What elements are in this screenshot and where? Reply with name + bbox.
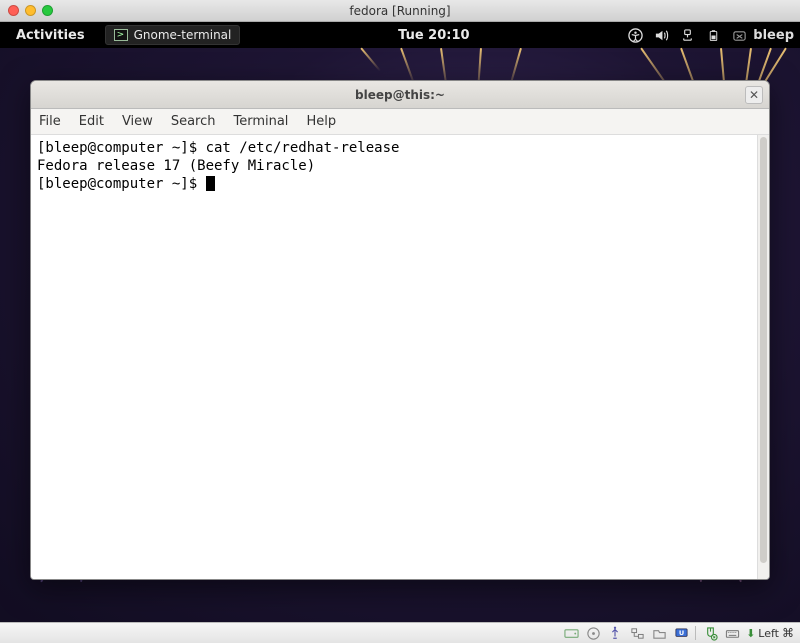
menu-search[interactable]: Search xyxy=(171,114,216,129)
accessibility-icon[interactable] xyxy=(627,27,643,43)
terminal-icon xyxy=(114,29,128,41)
terminal-scrollbar[interactable] xyxy=(757,135,769,579)
mac-zoom-button[interactable] xyxy=(42,5,53,16)
vb-harddisk-icon[interactable] xyxy=(563,625,579,641)
terminal-output[interactable]: [bleep@computer ~]$ cat /etc/redhat-rele… xyxy=(31,135,757,579)
close-icon: ✕ xyxy=(749,88,759,102)
mac-window-title: fedora [Running] xyxy=(0,4,800,18)
vb-hostkey-indicator[interactable]: ⬇ Left ⌘ xyxy=(746,626,794,640)
user-unavailable-icon xyxy=(731,27,747,43)
terminal-cursor xyxy=(206,176,215,191)
terminal-window: bleep@this:~ ✕ File Edit View Search Ter… xyxy=(30,80,770,580)
hostkey-label: Left xyxy=(758,627,779,640)
prompt-1: [bleep@computer ~]$ xyxy=(37,140,206,156)
volume-icon[interactable] xyxy=(653,27,669,43)
terminal-scroll-thumb[interactable] xyxy=(760,137,767,563)
vb-optical-icon[interactable] xyxy=(585,625,601,641)
vm-viewport: Activities Gnome-terminal Tue 20:10 xyxy=(0,22,800,622)
command-1: cat /etc/redhat-release xyxy=(206,140,400,156)
terminal-titlebar[interactable]: bleep@this:~ ✕ xyxy=(31,81,769,109)
username-label: bleep xyxy=(753,28,794,43)
vb-mouse-integration-icon[interactable] xyxy=(702,625,718,641)
vb-shared-folders-icon[interactable] xyxy=(651,625,667,641)
menu-view[interactable]: View xyxy=(122,114,153,129)
battery-icon[interactable] xyxy=(705,27,721,43)
clock[interactable]: Tue 20:10 xyxy=(248,28,619,43)
terminal-body[interactable]: [bleep@computer ~]$ cat /etc/redhat-rele… xyxy=(31,135,769,579)
vb-network-icon[interactable] xyxy=(629,625,645,641)
terminal-close-button[interactable]: ✕ xyxy=(745,86,763,104)
vb-display-icon[interactable]: U xyxy=(673,625,689,641)
vb-keyboard-captured-icon[interactable] xyxy=(724,625,740,641)
taskbar-app-label: Gnome-terminal xyxy=(134,28,232,42)
menu-edit[interactable]: Edit xyxy=(79,114,104,129)
menu-terminal[interactable]: Terminal xyxy=(233,114,288,129)
gnome-top-bar: Activities Gnome-terminal Tue 20:10 xyxy=(0,22,800,48)
menu-file[interactable]: File xyxy=(39,114,61,129)
menu-help[interactable]: Help xyxy=(306,114,336,129)
vb-usb-icon[interactable] xyxy=(607,625,623,641)
svg-text:U: U xyxy=(678,628,683,636)
prompt-2: [bleep@computer ~]$ xyxy=(37,176,206,192)
output-line-1: Fedora release 17 (Beefy Miracle) xyxy=(37,158,315,174)
statusbar-separator xyxy=(695,626,696,640)
hostkey-arrow-icon: ⬇ xyxy=(746,627,755,640)
virtualbox-statusbar: U ⬇ Left ⌘ xyxy=(0,622,800,643)
mac-minimize-button[interactable] xyxy=(25,5,36,16)
network-icon[interactable] xyxy=(679,27,695,43)
terminal-title: bleep@this:~ xyxy=(355,88,445,102)
mac-close-button[interactable] xyxy=(8,5,19,16)
user-menu[interactable]: bleep xyxy=(731,27,794,43)
terminal-menubar: File Edit View Search Terminal Help xyxy=(31,109,769,135)
mac-titlebar: fedora [Running] xyxy=(0,0,800,22)
command-key-icon: ⌘ xyxy=(782,626,794,640)
taskbar-app-gnome-terminal[interactable]: Gnome-terminal xyxy=(105,25,241,45)
activities-button[interactable]: Activities xyxy=(6,25,95,46)
traffic-lights xyxy=(8,5,53,16)
